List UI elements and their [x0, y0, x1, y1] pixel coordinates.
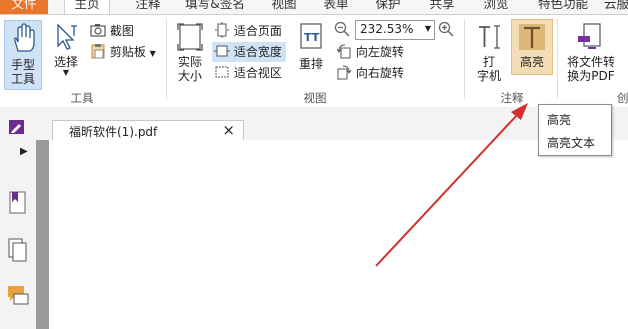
- annotation-arrow: [375, 103, 528, 267]
